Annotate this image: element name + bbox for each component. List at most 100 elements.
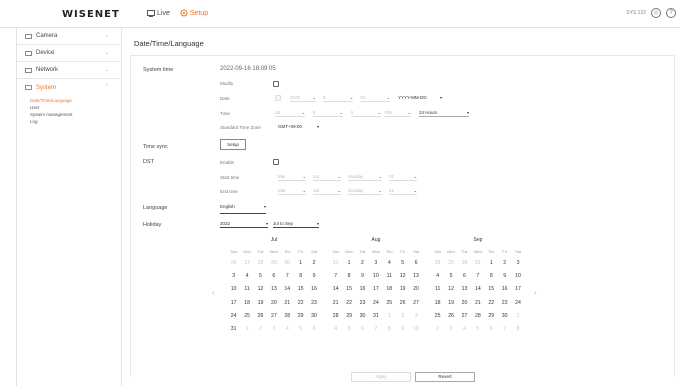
calendar-day[interactable]: 29 [485, 310, 498, 323]
submenu-user[interactable]: User [30, 104, 121, 111]
time-ampm-select[interactable]: PM ⌄ [385, 110, 411, 117]
calendar-day[interactable]: 21 [281, 297, 294, 310]
calendar-day[interactable]: 23 [356, 297, 369, 310]
calendar-day[interactable]: 24 [227, 310, 240, 323]
date-month-select[interactable]: 9 ⌄ [323, 95, 353, 102]
help-icon[interactable]: ? [666, 8, 676, 18]
calendar-day[interactable]: 2 [307, 257, 320, 270]
calendar-day[interactable]: 16 [307, 283, 320, 296]
revert-button[interactable]: Revert [415, 372, 475, 382]
holiday-year-select[interactable]: 2022 ▾ [220, 221, 268, 228]
calendar-day[interactable]: 3 [369, 257, 382, 270]
calendar-day[interactable]: 23 [307, 297, 320, 310]
calendar-day[interactable]: 14 [471, 283, 484, 296]
calendar-day[interactable]: 5 [444, 270, 457, 283]
nav-setup[interactable]: Setup [180, 9, 208, 17]
dst-enable-checkbox[interactable] [273, 159, 279, 165]
dst-start-month-select[interactable]: Mar ⌄ [278, 174, 306, 181]
calendar-day[interactable]: 4 [383, 257, 396, 270]
modify-checkbox[interactable] [273, 81, 279, 87]
calendar-day[interactable]: 8 [294, 270, 307, 283]
calendar-day[interactable]: 9 [498, 270, 511, 283]
calendar-day[interactable]: 22 [485, 297, 498, 310]
calendar-day[interactable]: 28 [329, 310, 342, 323]
calendar-day[interactable]: 2 [356, 257, 369, 270]
calendar-day[interactable]: 4 [431, 270, 444, 283]
calendar-day[interactable]: 7 [329, 270, 342, 283]
calendar-prev-icon[interactable]: ‹ [212, 288, 215, 297]
calendar-day[interactable]: 31 [227, 323, 240, 336]
calendar-day[interactable]: 4 [240, 270, 253, 283]
dst-start-hour-select[interactable]: 01 ⌄ [389, 174, 417, 181]
calendar-day[interactable]: 12 [396, 270, 409, 283]
calendar-day[interactable]: 29 [294, 310, 307, 323]
calendar-day[interactable]: 9 [356, 270, 369, 283]
calendar-day[interactable]: 5 [254, 270, 267, 283]
calendar-day[interactable]: 20 [267, 297, 280, 310]
calendar-day[interactable]: 18 [383, 283, 396, 296]
calendar-day[interactable]: 3 [511, 257, 524, 270]
calendar-day[interactable]: 26 [396, 297, 409, 310]
calendar-day[interactable]: 14 [281, 283, 294, 296]
calendar-day[interactable]: 11 [240, 283, 253, 296]
calendar-day[interactable]: 1 [294, 257, 307, 270]
submenu-date-time-language[interactable]: Date/Time/Language [30, 97, 121, 104]
dst-end-day-select[interactable]: Sunday ⌄ [348, 188, 382, 195]
calendar-day[interactable]: 14 [329, 283, 342, 296]
calendar-day[interactable]: 10 [511, 270, 524, 283]
calendar-day[interactable]: 30 [498, 310, 511, 323]
calendar-day[interactable]: 17 [511, 283, 524, 296]
dst-end-week-select[interactable]: 1st ⌄ [313, 188, 341, 195]
calendar-day[interactable]: 15 [485, 283, 498, 296]
calendar-day[interactable]: 15 [342, 283, 355, 296]
time-sync-setup-button[interactable]: Setup [220, 139, 246, 150]
calendar-day[interactable]: 13 [458, 283, 471, 296]
calendar-day[interactable]: 10 [369, 270, 382, 283]
calendar-day[interactable]: 26 [444, 310, 457, 323]
calendar-day[interactable]: 2 [498, 257, 511, 270]
time-hour-select[interactable]: 18 ⌄ [275, 110, 305, 117]
apply-button[interactable]: Apply [351, 372, 411, 382]
dst-start-day-select[interactable]: Sunday ⌄ [348, 174, 382, 181]
time-zone-select[interactable]: GMT+09:00 ▾ [278, 124, 319, 130]
calendar-day[interactable]: 30 [356, 310, 369, 323]
calendar-day[interactable]: 11 [383, 270, 396, 283]
calendar-day[interactable]: 27 [458, 310, 471, 323]
calendar-day[interactable]: 3 [227, 270, 240, 283]
calendar-day[interactable]: 28 [281, 310, 294, 323]
sidebar-item-network[interactable]: Network ⌄ [17, 62, 121, 79]
calendar-day[interactable]: 21 [471, 297, 484, 310]
calendar-day[interactable]: 26 [254, 310, 267, 323]
calendar-next-icon[interactable]: › [534, 288, 537, 297]
calendar-day[interactable]: 15 [294, 283, 307, 296]
date-format-select[interactable]: YYYY-MM-DD ▾ [398, 95, 442, 101]
calendar-day[interactable]: 12 [444, 283, 457, 296]
calendar-day[interactable]: 8 [485, 270, 498, 283]
calendar-day[interactable]: 6 [458, 270, 471, 283]
time-format-select[interactable]: 24 Hours ▾ [419, 110, 469, 117]
calendar-day[interactable]: 17 [369, 283, 382, 296]
calendar-day[interactable]: 31 [369, 310, 382, 323]
time-minute-select[interactable]: 9 ⌄ [313, 110, 343, 117]
sidebar-item-system[interactable]: System ⌃ [17, 79, 121, 96]
date-year-select[interactable]: 2022 ⌄ [290, 95, 316, 102]
calendar-day[interactable]: 7 [471, 270, 484, 283]
calendar-day[interactable]: 9 [307, 270, 320, 283]
date-day-select[interactable]: 16 ⌄ [360, 95, 390, 102]
holiday-range-select[interactable]: Jul to Sep ▾ [273, 221, 319, 228]
calendar-day[interactable]: 23 [498, 297, 511, 310]
calendar-day[interactable]: 13 [267, 283, 280, 296]
calendar-day[interactable]: 24 [369, 297, 382, 310]
calendar-day[interactable]: 30 [307, 310, 320, 323]
calendar-day[interactable]: 1 [342, 257, 355, 270]
dst-end-hour-select[interactable]: 01 ⌄ [389, 188, 417, 195]
calendar-day[interactable]: 1 [485, 257, 498, 270]
dst-end-month-select[interactable]: Mar ⌄ [278, 188, 306, 195]
calendar-day[interactable]: 7 [281, 270, 294, 283]
calendar-day[interactable]: 28 [471, 310, 484, 323]
calendar-day[interactable]: 21 [329, 297, 342, 310]
calendar-day[interactable]: 27 [267, 310, 280, 323]
calendar-day[interactable]: 16 [498, 283, 511, 296]
nav-live[interactable]: Live [147, 9, 170, 17]
submenu-system-management[interactable]: System management [30, 111, 121, 118]
